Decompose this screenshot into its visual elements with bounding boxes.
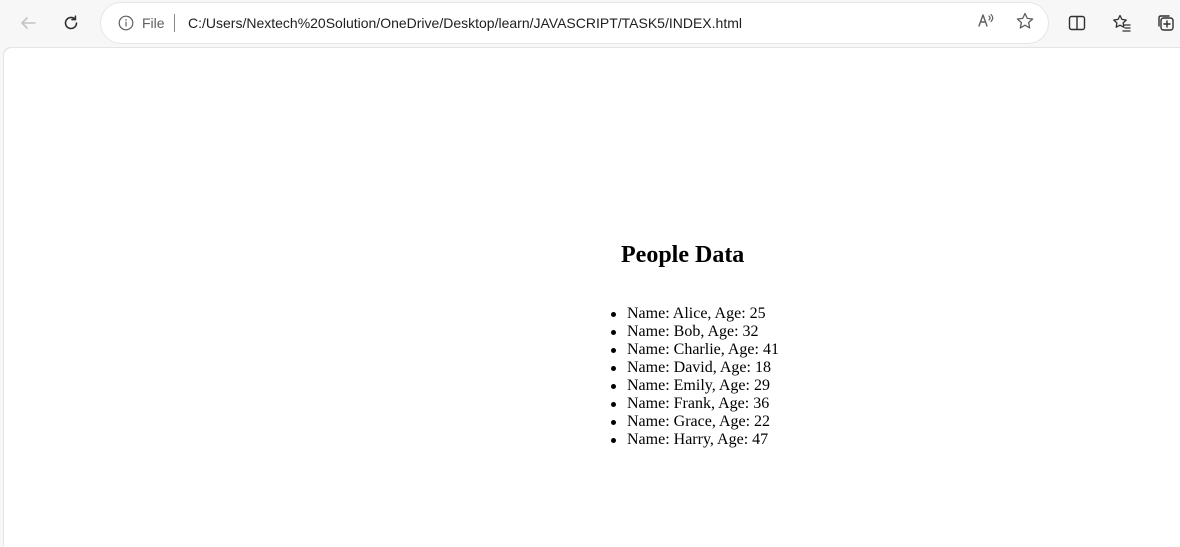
info-icon[interactable] [118,15,134,31]
people-list: Name: Alice, Age: 25 Name: Bob, Age: 32 Na… [611,305,779,449]
list-item: Name: Charlie, Age: 41 [611,341,779,358]
split-screen-icon [1067,13,1087,33]
browser-toolbar: File C:/Users/Nextech%20Solution/OneDriv… [0,0,1180,46]
read-aloud-icon [976,11,996,35]
read-aloud-button[interactable] [974,11,998,35]
star-icon [1015,11,1035,35]
favorites-button[interactable] [1106,7,1138,39]
back-arrow-icon [19,14,37,32]
collections-button[interactable] [1150,7,1180,39]
favorites-icon [1112,13,1132,33]
list-item: Name: David, Age: 18 [611,359,779,377]
url-text[interactable]: C:/Users/Nextech%20Solution/OneDrive/Des… [188,14,742,32]
refresh-icon [62,14,80,32]
list-item: Name: Harry, Age: 47 [611,431,779,449]
address-bar[interactable]: File C:/Users/Nextech%20Solution/OneDriv… [101,3,1048,43]
list-item: Name: Alice, Age: 25 [611,305,779,323]
address-separator [174,14,175,32]
page-title: People Data [621,242,745,268]
refresh-button[interactable] [55,7,87,39]
page-content: People Data Name: Alice, Age: 25 Name: Bo… [4,48,1180,547]
browser-window: File C:/Users/Nextech%20Solution/OneDriv… [0,0,1180,547]
favorite-button[interactable] [1013,11,1037,35]
list-item: Name: Bob, Age: 32 [611,323,779,341]
collections-icon [1156,13,1176,33]
back-button[interactable] [12,7,44,39]
list-item: Name: Emily, Age: 29 [611,377,779,395]
split-screen-button[interactable] [1061,7,1093,39]
list-item: Name: Frank, Age: 36 [611,395,779,413]
list-item: Name: Grace, Age: 22 [611,413,779,431]
scheme-label: File [142,15,165,31]
